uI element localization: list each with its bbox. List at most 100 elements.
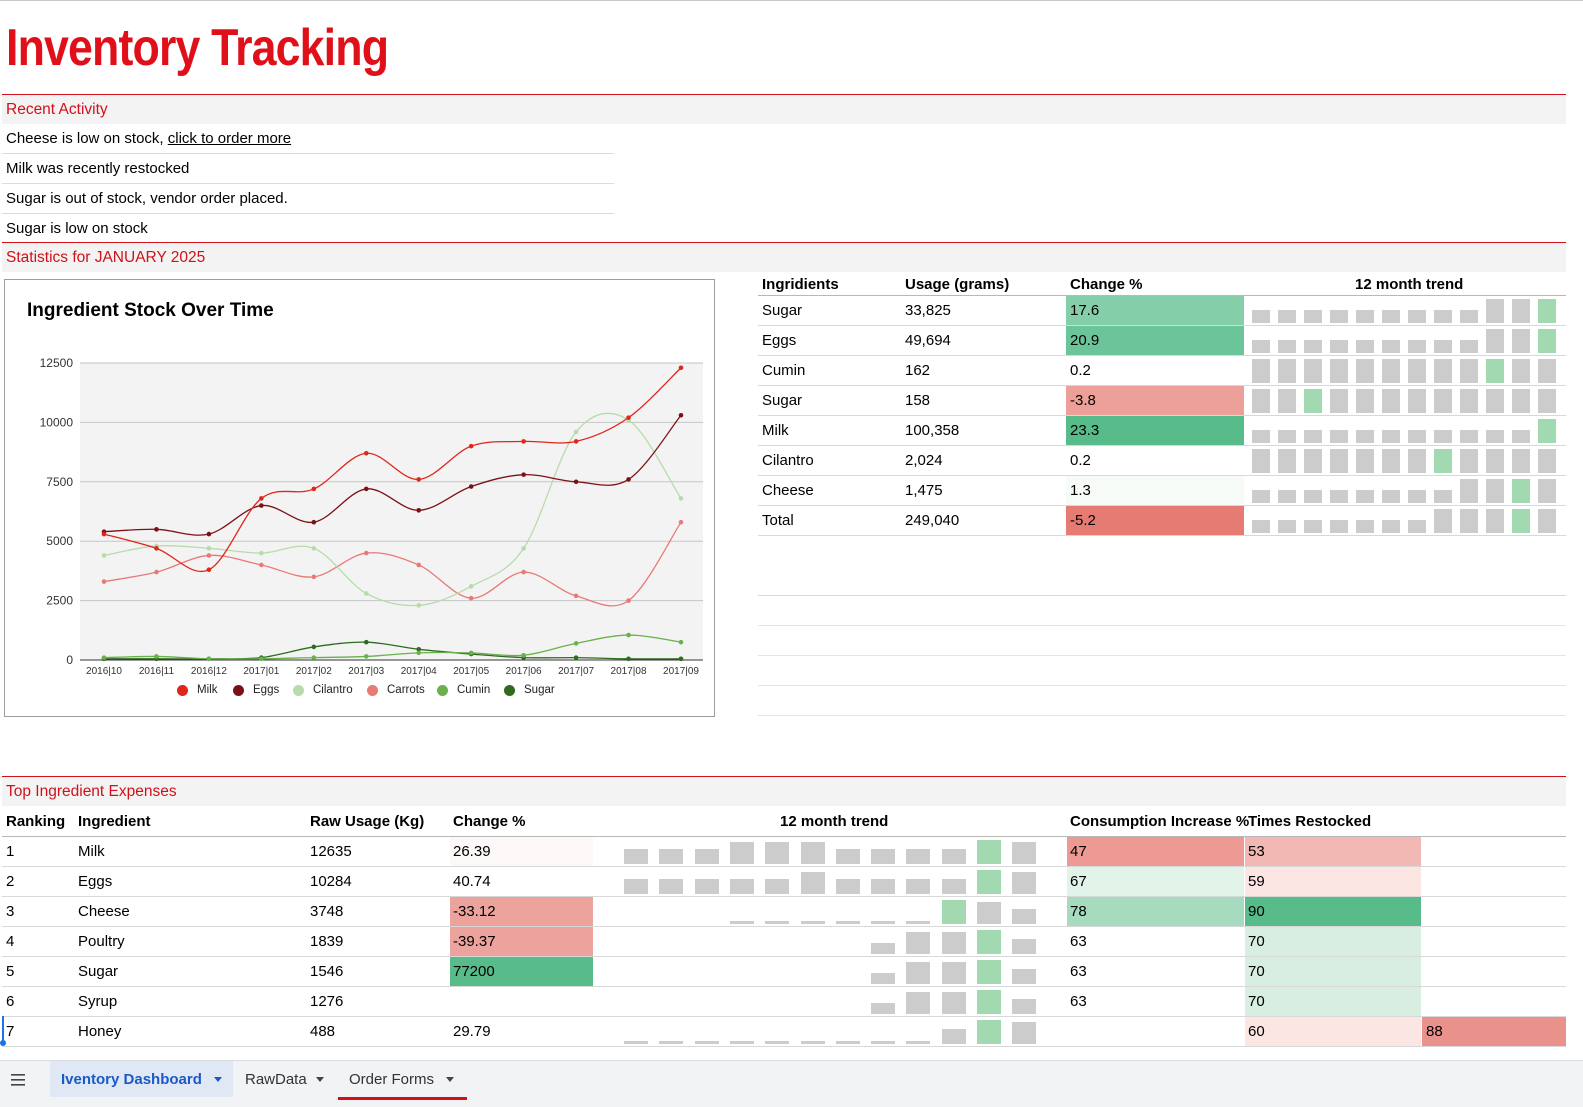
- data-point-carrots[interactable]: [416, 562, 422, 568]
- y-tick-label: 10000: [40, 415, 74, 429]
- trend-bar: [1278, 430, 1296, 443]
- data-point-carrots[interactable]: [363, 550, 369, 556]
- selection-handle[interactable]: [0, 1040, 6, 1046]
- data-point-eggs[interactable]: [521, 472, 526, 477]
- data-point-eggs[interactable]: [363, 486, 369, 492]
- order-more-link[interactable]: click to order more: [168, 130, 291, 147]
- data-point-milk[interactable]: [521, 439, 526, 444]
- all-sheets-button[interactable]: [4, 1061, 34, 1097]
- data-point-cilantro[interactable]: [678, 496, 684, 501]
- data-point-eggs[interactable]: [311, 519, 317, 525]
- data-point-milk[interactable]: [416, 477, 422, 482]
- data-point-eggs[interactable]: [154, 527, 159, 532]
- chevron-down-icon[interactable]: [214, 1077, 222, 1082]
- table-row[interactable]: 5 Sugar 1546 77200 63 70: [2, 957, 1566, 987]
- data-point-carrots[interactable]: [626, 598, 631, 603]
- col-header-raw-usage: Raw Usage (Kg): [310, 813, 425, 830]
- data-point-cilantro[interactable]: [259, 550, 264, 556]
- data-point-cumin[interactable]: [678, 639, 684, 645]
- table-row[interactable]: Sugar 158 -3.8: [758, 386, 1566, 416]
- activity-text-2: Milk was recently restocked: [6, 160, 190, 177]
- data-point-milk[interactable]: [468, 443, 474, 449]
- data-point-milk[interactable]: [363, 450, 369, 456]
- data-point-carrots[interactable]: [259, 562, 264, 568]
- table-row[interactable]: Sugar 33,825 17.6: [758, 296, 1566, 326]
- data-point-sugar[interactable]: [363, 639, 369, 645]
- table-row[interactable]: 6 Syrup 1276 63 70: [2, 987, 1566, 1017]
- data-point-sugar[interactable]: [573, 655, 579, 660]
- chevron-down-icon[interactable]: [446, 1077, 454, 1082]
- trend-bar: [1330, 359, 1348, 383]
- table-row[interactable]: Milk 100,358 23.3: [758, 416, 1566, 446]
- data-point-eggs[interactable]: [259, 503, 264, 508]
- trend-bar: [624, 849, 648, 864]
- data-point-eggs[interactable]: [573, 479, 579, 485]
- data-point-sugar[interactable]: [311, 644, 317, 650]
- data-point-cilantro[interactable]: [416, 603, 422, 608]
- trend-bar: [659, 879, 684, 894]
- data-point-carrots[interactable]: [521, 569, 526, 575]
- data-point-cumin[interactable]: [311, 655, 317, 660]
- data-point-cilantro[interactable]: [206, 546, 212, 551]
- stock-chart[interactable]: Ingredient Stock Over Time 12500 10000 750…: [4, 279, 715, 717]
- table-row[interactable]: Cheese 1,475 1.3: [758, 476, 1566, 506]
- data-point-eggs[interactable]: [206, 531, 212, 537]
- data-point-carrots[interactable]: [206, 553, 212, 558]
- data-point-eggs[interactable]: [626, 477, 631, 482]
- data-point-cilantro[interactable]: [363, 591, 369, 596]
- tab-rawdata[interactable]: RawData: [234, 1061, 334, 1097]
- data-point-cumin[interactable]: [521, 652, 526, 658]
- data-point-milk[interactable]: [573, 439, 579, 444]
- trend-bar: [1512, 509, 1530, 533]
- data-point-eggs[interactable]: [468, 484, 474, 489]
- trend-bar: [941, 932, 966, 954]
- table-row[interactable]: Eggs 49,694 20.9: [758, 326, 1566, 356]
- data-point-milk[interactable]: [259, 496, 264, 501]
- table-row[interactable]: Cilantro 2,024 0.2: [758, 446, 1566, 476]
- data-point-sugar[interactable]: [678, 656, 684, 662]
- data-point-carrots[interactable]: [678, 519, 684, 525]
- trend-bar: [1252, 340, 1270, 353]
- data-point-cilantro[interactable]: [468, 584, 474, 589]
- data-point-cilantro[interactable]: [573, 429, 579, 435]
- data-point-cilantro[interactable]: [521, 546, 526, 551]
- data-point-cilantro[interactable]: [101, 553, 107, 558]
- data-point-cilantro[interactable]: [311, 546, 317, 551]
- tab-inventory-dashboard[interactable]: Iventory Dashboard: [50, 1061, 233, 1097]
- data-point-eggs[interactable]: [416, 508, 422, 513]
- data-point-cumin[interactable]: [259, 656, 264, 662]
- trend-bar: [729, 1041, 754, 1044]
- data-point-milk[interactable]: [154, 546, 159, 551]
- data-point-carrots[interactable]: [311, 574, 317, 580]
- data-point-cumin[interactable]: [206, 656, 212, 662]
- data-point-milk[interactable]: [101, 531, 107, 537]
- data-point-cumin[interactable]: [154, 654, 159, 659]
- data-point-cumin[interactable]: [573, 641, 579, 646]
- data-point-cumin[interactable]: [626, 632, 631, 638]
- data-point-cumin[interactable]: [101, 655, 107, 660]
- data-point-cumin[interactable]: [416, 650, 422, 656]
- table-row[interactable]: Total 249,040 -5.2: [758, 506, 1566, 536]
- tab-order-forms[interactable]: Order Forms: [338, 1061, 467, 1100]
- data-point-carrots[interactable]: [573, 593, 579, 599]
- table-row[interactable]: 2 Eggs 10284 40.74 67 59: [2, 867, 1566, 897]
- data-point-carrots[interactable]: [468, 595, 474, 601]
- data-point-milk[interactable]: [206, 567, 212, 573]
- table-row[interactable]: 3 Cheese 3748 -33.12 78 90: [2, 897, 1566, 927]
- data-point-carrots[interactable]: [101, 579, 107, 584]
- col-header-change: Change %: [1070, 276, 1143, 293]
- table-row[interactable]: 1 Milk 12635 26.39 47 53: [2, 837, 1566, 867]
- data-point-sugar[interactable]: [626, 656, 631, 662]
- data-point-cumin[interactable]: [363, 654, 369, 659]
- data-point-eggs[interactable]: [678, 412, 684, 418]
- table-row[interactable]: Cumin 162 0.2: [758, 356, 1566, 386]
- data-point-milk[interactable]: [678, 365, 684, 371]
- table-row[interactable]: 4 Poultry 1839 -39.37 63 70: [2, 927, 1566, 957]
- table-row[interactable]: 7 Honey 488 29.79 60 88: [2, 1017, 1566, 1047]
- data-point-milk[interactable]: [626, 415, 631, 420]
- data-point-carrots[interactable]: [154, 569, 159, 575]
- data-point-cumin[interactable]: [468, 650, 474, 656]
- data-point-milk[interactable]: [311, 486, 317, 492]
- chevron-down-icon[interactable]: [316, 1077, 324, 1082]
- tab-label: Iventory Dashboard: [61, 1071, 202, 1088]
